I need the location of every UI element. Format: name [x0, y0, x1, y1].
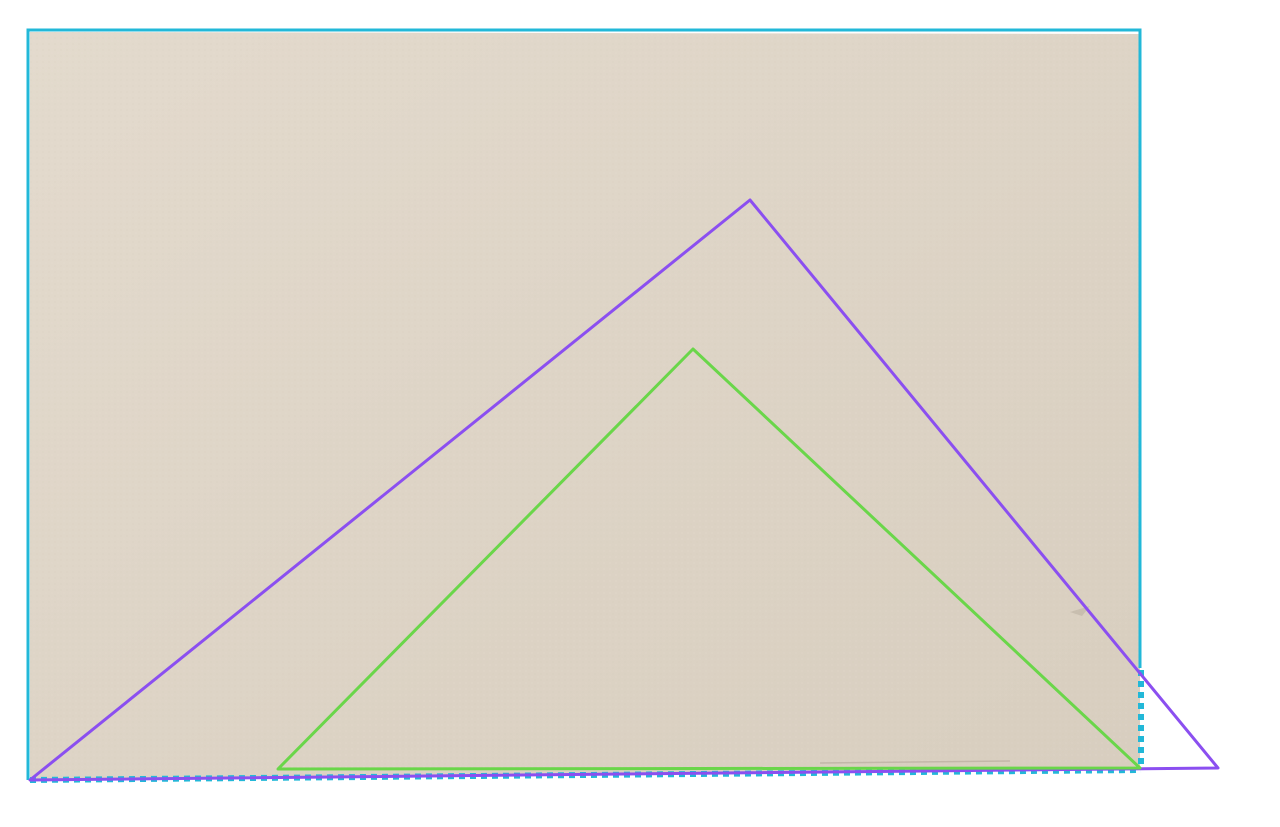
paper-texture	[30, 32, 1140, 780]
annotated-photo	[0, 0, 1280, 827]
annotation-canvas	[26, 28, 1220, 783]
